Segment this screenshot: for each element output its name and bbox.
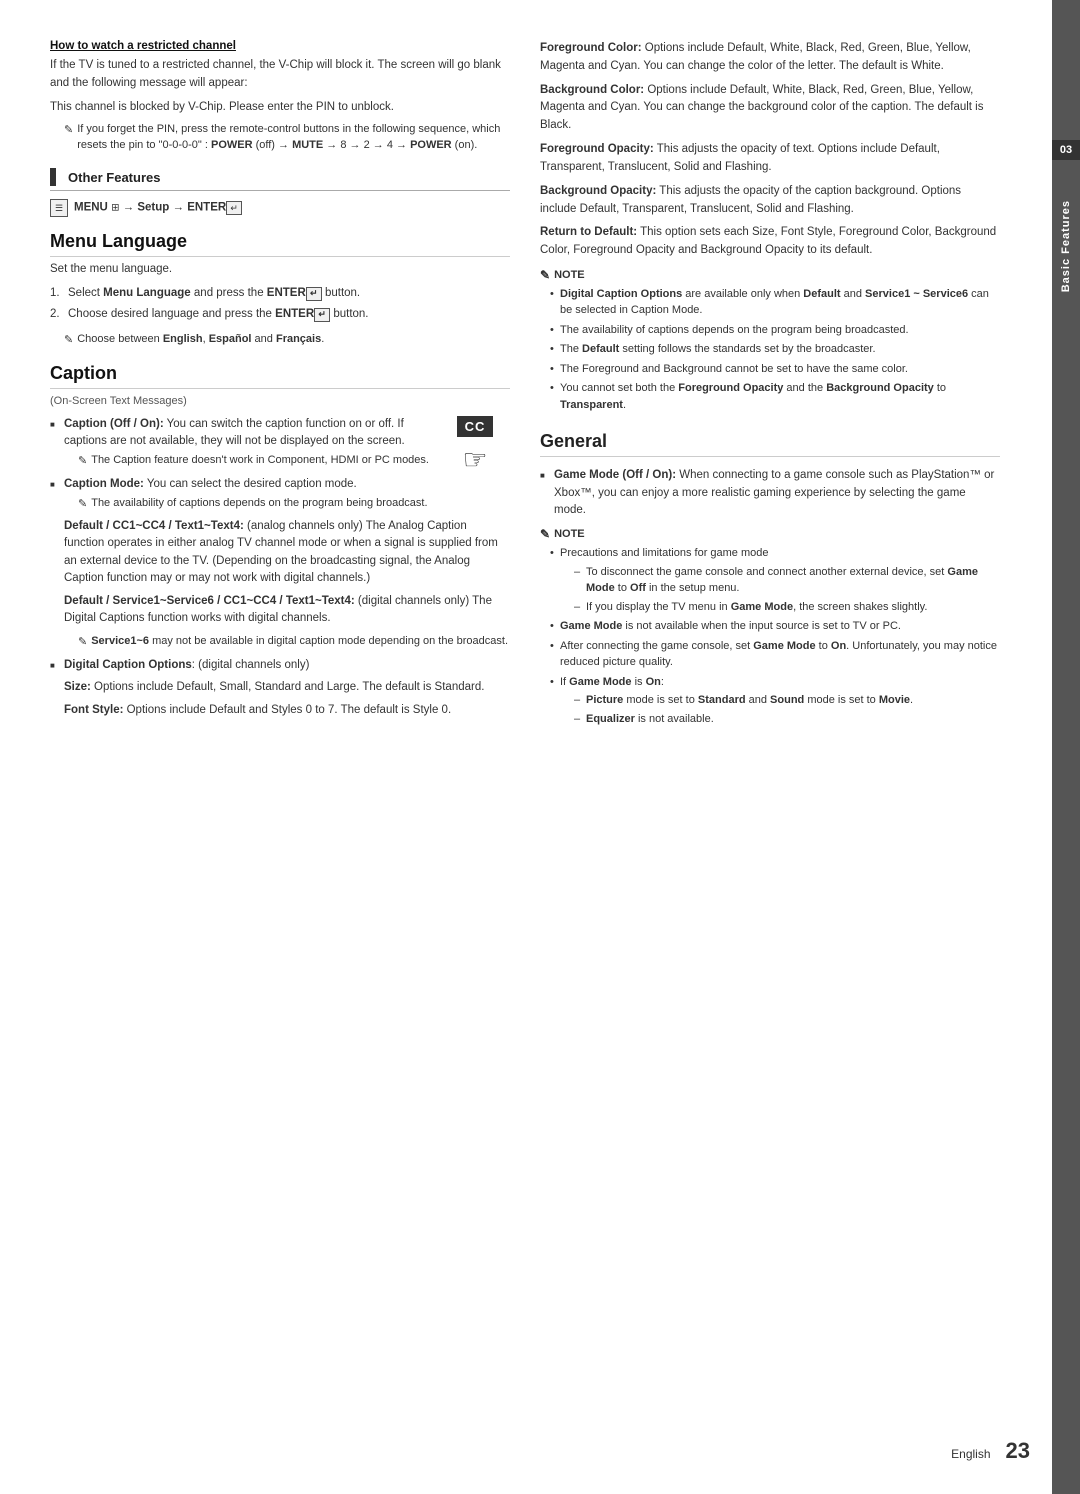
caption-continued-section: Foreground Color: Options include Defaul… <box>540 40 1000 413</box>
step-2: Choose desired language and press the EN… <box>50 306 510 323</box>
caption-mode-note: The availability of captions depends on … <box>64 496 510 513</box>
left-column: How to watch a restricted channel If the… <box>50 40 510 1454</box>
note-item-4: The Foreground and Background cannot be … <box>550 361 1000 378</box>
general-note-not-available: Game Mode is not available when the inpu… <box>550 618 1000 635</box>
pin-note-text: If you forget the PIN, press the remote-… <box>77 122 510 154</box>
caption-item-off-on: Caption (Off / On): You can switch the c… <box>50 416 510 470</box>
pin-note: If you forget the PIN, press the remote-… <box>50 122 510 154</box>
general-note-after-connecting: After connecting the game console, set G… <box>550 638 1000 671</box>
precautions-dash-list: To disconnect the game console and conne… <box>560 564 1000 616</box>
caption-note-block: NOTE Digital Caption Options are availab… <box>540 268 1000 414</box>
caption-mode-digital-heading: Default / Service1~Service6 / CC1~CC4 / … <box>64 593 510 628</box>
general-note-if-on: If Game Mode is On: Picture mode is set … <box>550 674 1000 728</box>
general-note-block: NOTE Precautions and limitations for gam… <box>540 527 1000 727</box>
caption-section: Caption (On-Screen Text Messages) CC ☞ C… <box>50 363 510 720</box>
how-to-watch-section: How to watch a restricted channel If the… <box>50 40 510 154</box>
page-number-area: English 23 <box>951 1438 1030 1464</box>
precaution-2: If you display the TV menu in Game Mode,… <box>574 599 1000 616</box>
note-item-3: The Default setting follows the standard… <box>550 341 1000 358</box>
caption-item-digital-options: Digital Caption Options: (digital channe… <box>50 657 510 720</box>
caption-size: Size: Options include Default, Small, St… <box>64 679 510 696</box>
caption-bullet-list: Caption (Off / On): You can switch the c… <box>50 416 510 720</box>
game-mode-on-list: Picture mode is set to Standard and Soun… <box>560 692 1000 727</box>
chapter-sidebar: 03 Basic Features <box>1052 0 1080 1494</box>
caption-title: Caption <box>50 363 510 389</box>
general-section: General Game Mode (Off / On): When conne… <box>540 431 1000 727</box>
caption-mode-analog: Default / CC1~CC4 / Text1~Text4: (analog… <box>64 518 510 587</box>
menu-nav: ☰ MENU ⊞ → Setup → ENTER↵ <box>50 199 510 217</box>
caption-note-label: NOTE <box>540 268 1000 282</box>
menu-language-section: Menu Language Set the menu language. Sel… <box>50 231 510 348</box>
menu-language-title: Menu Language <box>50 231 510 257</box>
chapter-number: 03 <box>1052 140 1080 160</box>
how-to-heading: How to watch a restricted channel <box>50 40 510 52</box>
general-note-label: NOTE <box>540 527 1000 541</box>
caption-note-list: Digital Caption Options are available on… <box>540 286 1000 414</box>
background-opacity: Background Opacity: This adjusts the opa… <box>540 183 1000 219</box>
how-to-para2: This channel is blocked by V-Chip. Pleas… <box>50 99 510 117</box>
chapter-title: Basic Features <box>1060 200 1072 292</box>
general-note-precautions: Precautions and limitations for game mod… <box>550 545 1000 615</box>
general-bullet-list: Game Mode (Off / On): When connecting to… <box>540 467 1000 519</box>
general-note-list: Precautions and limitations for game mod… <box>540 545 1000 727</box>
game-mode-equalizer: Equalizer is not available. <box>574 711 1000 728</box>
language-note: Choose between English, Español and Fran… <box>50 332 510 349</box>
menu-nav-text: MENU ⊞ → Setup → ENTER↵ <box>74 201 242 215</box>
foreground-opacity: Foreground Opacity: This adjusts the opa… <box>540 141 1000 177</box>
other-features-title: Other Features <box>68 170 160 185</box>
how-to-para1: If the TV is tuned to a restricted chann… <box>50 57 510 93</box>
page-number: 23 <box>1006 1438 1030 1463</box>
other-features-header: Other Features <box>50 168 510 191</box>
foreground-color: Foreground Color: Options include Defaul… <box>540 40 1000 76</box>
background-color: Background Color: Options include Defaul… <box>540 82 1000 135</box>
game-mode-picture: Picture mode is set to Standard and Soun… <box>574 692 1000 709</box>
caption-off-on-note: The Caption feature doesn't work in Comp… <box>64 453 430 470</box>
menu-language-steps: Select Menu Language and press the ENTER… <box>50 285 510 324</box>
caption-item-mode: Caption Mode: You can select the desired… <box>50 476 510 651</box>
step-1: Select Menu Language and press the ENTER… <box>50 285 510 302</box>
enter-icon: ↵ <box>226 201 242 215</box>
other-features-section: Other Features ☰ MENU ⊞ → Setup → ENTER↵ <box>50 168 510 217</box>
note-item-1: Digital Caption Options are available on… <box>550 286 1000 319</box>
menu-icon: ☰ <box>50 199 68 217</box>
language-note-text: Choose between English, Español and Fran… <box>77 332 324 348</box>
service-note: Service1~6 may not be available in digit… <box>64 634 510 651</box>
note-item-5: You cannot set both the Foreground Opaci… <box>550 380 1000 413</box>
note-item-2: The availability of captions depends on … <box>550 322 1000 339</box>
precaution-1: To disconnect the game console and conne… <box>574 564 1000 597</box>
game-mode-item: Game Mode (Off / On): When connecting to… <box>540 467 1000 519</box>
right-column: Foreground Color: Options include Defaul… <box>540 40 1000 1454</box>
blue-bar-icon <box>50 168 56 186</box>
page-lang: English <box>951 1447 990 1461</box>
caption-subtitle: (On-Screen Text Messages) <box>50 393 510 410</box>
caption-content: CC ☞ Caption (Off / On): You can switch … <box>50 416 510 720</box>
menu-language-intro: Set the menu language. <box>50 261 510 279</box>
general-title: General <box>540 431 1000 457</box>
return-to-default: Return to Default: This option sets each… <box>540 224 1000 260</box>
caption-font-style: Font Style: Options include Default and … <box>64 702 510 719</box>
